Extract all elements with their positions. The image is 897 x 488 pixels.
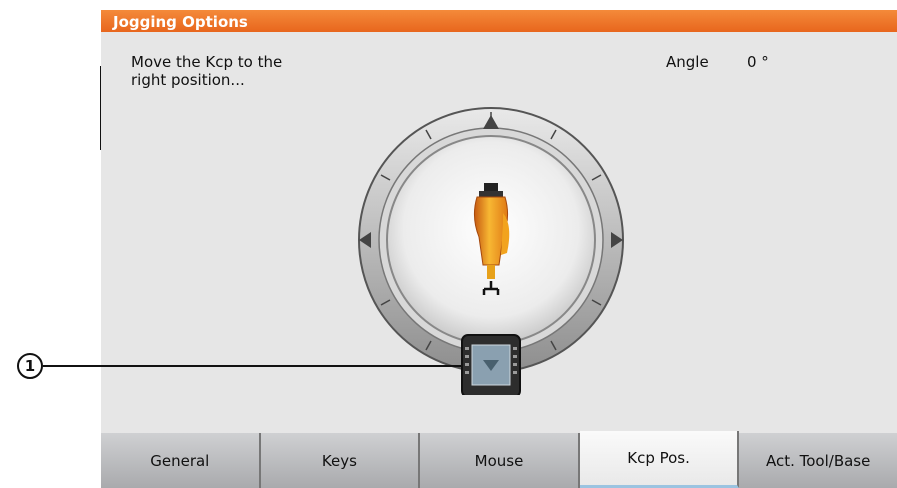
tab-act-tool-base[interactable]: Act. Tool/Base — [739, 433, 897, 488]
angle-value: 0 ° — [747, 53, 769, 71]
window-title: Jogging Options — [113, 13, 248, 31]
angle-label: Angle — [666, 53, 709, 71]
callout-leader-line — [43, 365, 463, 367]
callout-marker: 1 — [17, 353, 43, 379]
kcp-position-dial[interactable] — [351, 105, 631, 395]
instruction-text: Move the Kcp to the right position... — [131, 53, 283, 89]
jogging-options-window: Jogging Options Move the Kcp to the righ… — [101, 10, 897, 488]
kcp-pendant-icon[interactable] — [461, 334, 521, 395]
tab-general[interactable]: General — [101, 433, 261, 488]
title-bar: Jogging Options — [101, 10, 897, 32]
tab-keys[interactable]: Keys — [260, 433, 421, 488]
tab-mouse[interactable]: Mouse — [420, 433, 580, 488]
tab-kcp-pos[interactable]: Kcp Pos. — [579, 431, 740, 488]
tab-bar: General Keys Mouse Kcp Pos. Act. Tool/Ba… — [101, 431, 897, 488]
